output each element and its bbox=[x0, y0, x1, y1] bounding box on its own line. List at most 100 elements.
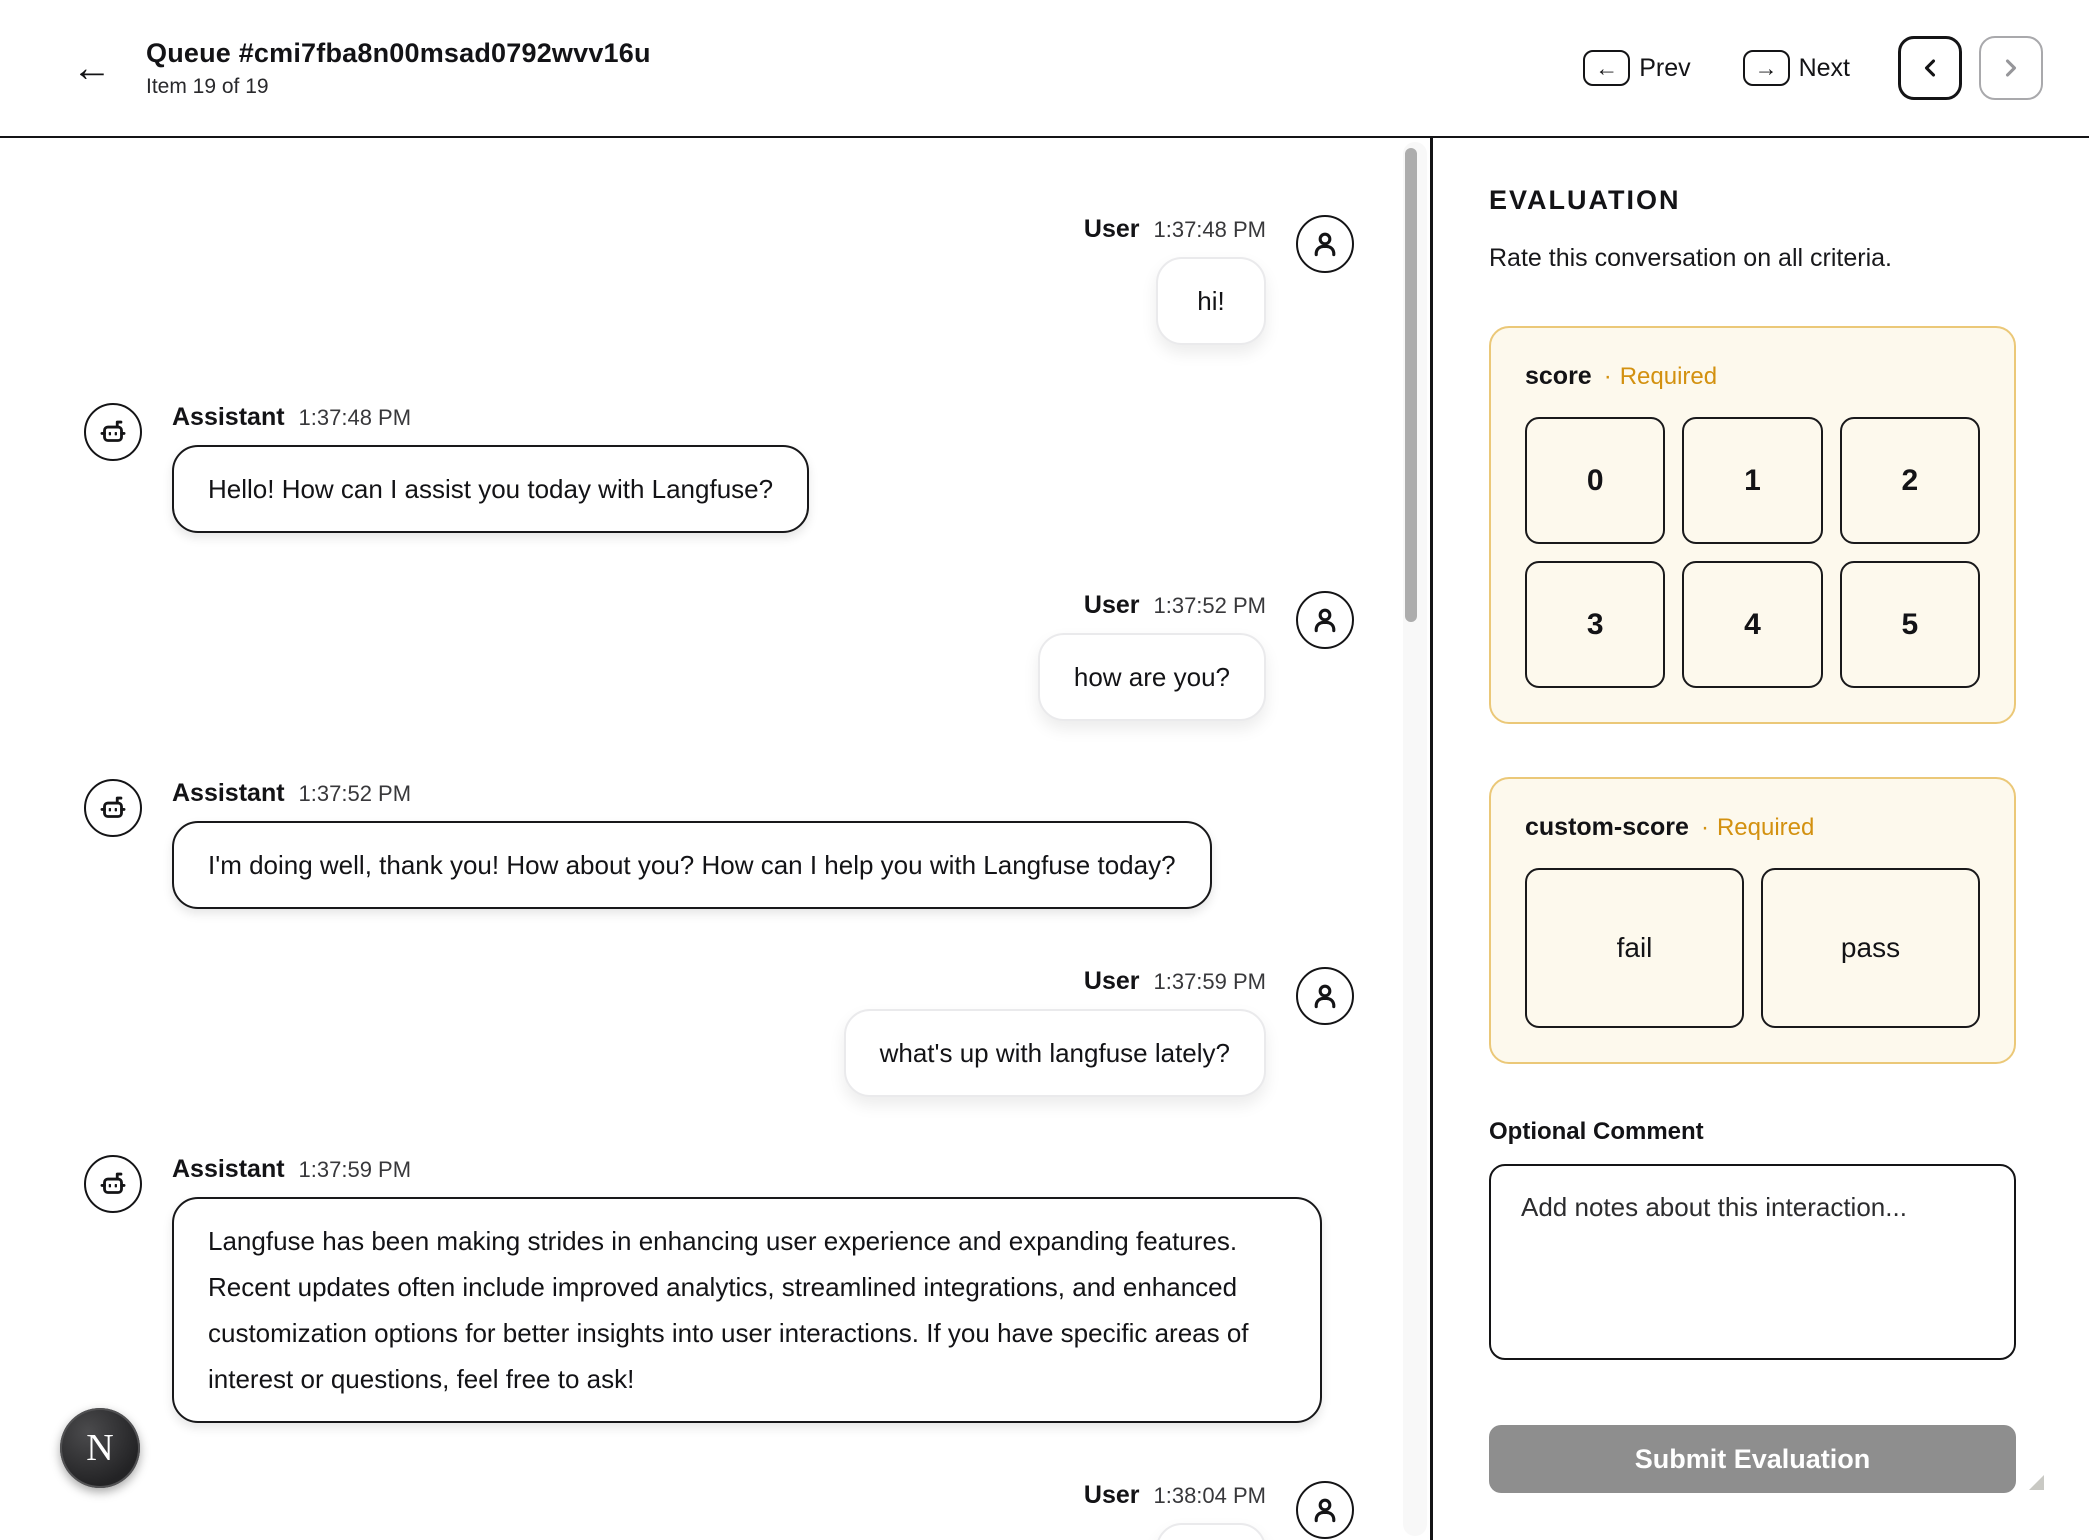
message-role: Assistant bbox=[172, 779, 285, 808]
message-time: 1:37:59 PM bbox=[299, 1157, 412, 1183]
back-button[interactable]: ← bbox=[64, 40, 120, 96]
option-pass[interactable]: pass bbox=[1761, 868, 1980, 1028]
queue-title: Queue #cmi7fba8n00msad0792wvv16u bbox=[146, 38, 651, 69]
message-role: User bbox=[1084, 1481, 1140, 1510]
evaluation-subheading: Rate this conversation on all criteria. bbox=[1489, 244, 2016, 273]
option-5[interactable]: 5 bbox=[1840, 561, 1980, 688]
chevron-right-icon bbox=[1997, 54, 2025, 82]
chat-scrollbar-thumb[interactable] bbox=[1405, 148, 1417, 622]
required-label: Required bbox=[1717, 814, 1814, 842]
comment-input[interactable] bbox=[1489, 1164, 2016, 1360]
criteria-header: score · Required bbox=[1525, 362, 1980, 391]
page-next-button[interactable] bbox=[1979, 36, 2043, 100]
avatar bbox=[84, 779, 142, 837]
option-fail[interactable]: fail bbox=[1525, 868, 1744, 1028]
chat-message-row: User 1:37:48 PM hi! bbox=[84, 215, 1354, 345]
prev-label: Prev bbox=[1639, 54, 1690, 83]
chat-message-row: Assistant 1:37:48 PM Hello! How can I as… bbox=[84, 403, 1354, 533]
message-header: Assistant 1:37:59 PM bbox=[172, 1155, 1322, 1185]
criteria-list: score · Required 012 345 custom-score · R… bbox=[1489, 326, 2016, 1064]
main-content: User 1:37:48 PM hi! Assistant bbox=[0, 138, 2089, 1540]
back-arrow-icon: ← bbox=[72, 46, 112, 90]
message-header: Assistant 1:37:52 PM bbox=[172, 779, 1212, 809]
chat-message-row: User 1:37:59 PM what's up with langfuse … bbox=[84, 967, 1354, 1097]
required-bullet: · bbox=[1701, 814, 1709, 842]
avatar bbox=[1296, 591, 1354, 649]
avatar bbox=[1296, 215, 1354, 273]
user-icon bbox=[1308, 227, 1342, 261]
chevron-left-icon bbox=[1916, 54, 1944, 82]
criteria-options: failpass bbox=[1525, 868, 1980, 1028]
avatar bbox=[1296, 967, 1354, 1025]
avatar bbox=[1296, 1481, 1354, 1539]
criteria-card: score · Required 012 345 bbox=[1489, 326, 2016, 724]
option-3[interactable]: 3 bbox=[1525, 561, 1665, 688]
message-header: Assistant 1:37:48 PM bbox=[172, 403, 809, 433]
message-role: User bbox=[1084, 215, 1140, 244]
chat-message-list: User 1:37:48 PM hi! Assistant bbox=[84, 215, 1354, 1540]
message-bubble: what's up with langfuse lately? bbox=[844, 1009, 1266, 1097]
option-4[interactable]: 4 bbox=[1682, 561, 1822, 688]
option-1[interactable]: 1 bbox=[1682, 417, 1822, 544]
message-header: User 1:38:04 PM bbox=[1084, 1481, 1266, 1511]
submit-evaluation-button[interactable]: Submit Evaluation bbox=[1489, 1425, 2016, 1493]
chat-message-row: Assistant 1:37:59 PM Langfuse has been m… bbox=[84, 1155, 1354, 1423]
message-content: User 1:37:48 PM hi! bbox=[1084, 215, 1266, 345]
next-label: Next bbox=[1799, 54, 1850, 83]
arrow-left-icon: ← bbox=[1583, 50, 1630, 86]
required-badge: · Required bbox=[1701, 814, 1814, 842]
required-badge: · Required bbox=[1604, 363, 1717, 391]
option-2[interactable]: 2 bbox=[1840, 417, 1980, 544]
header: ← Queue #cmi7fba8n00msad0792wvv16u Item … bbox=[0, 0, 2089, 138]
prev-button[interactable]: ← Prev bbox=[1583, 50, 1690, 86]
message-bubble: hi! bbox=[1156, 257, 1266, 345]
page-prev-button[interactable] bbox=[1898, 36, 1962, 100]
criteria-name: score bbox=[1525, 362, 1592, 391]
conversation-panel: User 1:37:48 PM hi! Assistant bbox=[0, 138, 1433, 1540]
next-button[interactable]: → Next bbox=[1743, 50, 1850, 86]
resize-handle[interactable] bbox=[2029, 1475, 2044, 1490]
message-bubble: Hello! How can I assist you today with L… bbox=[172, 445, 809, 533]
message-time: 1:37:52 PM bbox=[1153, 593, 1266, 619]
message-header: User 1:37:59 PM bbox=[1084, 967, 1266, 997]
chat-message-row: Assistant 1:37:52 PM I'm doing well, tha… bbox=[84, 779, 1354, 909]
message-bubble: how are you? bbox=[1038, 633, 1266, 721]
message-bubble bbox=[1156, 1523, 1266, 1540]
message-bubble: Langfuse has been making strides in enha… bbox=[172, 1197, 1322, 1423]
bot-icon bbox=[96, 1167, 130, 1201]
message-time: 1:38:04 PM bbox=[1153, 1483, 1266, 1509]
bot-icon bbox=[96, 791, 130, 825]
chat-message-row: User 1:37:52 PM how are you? bbox=[84, 591, 1354, 721]
message-header: User 1:37:48 PM bbox=[1084, 215, 1266, 245]
message-time: 1:37:48 PM bbox=[299, 405, 412, 431]
evaluation-panel: EVALUATION Rate this conversation on all… bbox=[1433, 138, 2089, 1540]
message-time: 1:37:59 PM bbox=[1153, 969, 1266, 995]
item-counter: Item 19 of 19 bbox=[146, 75, 651, 99]
bot-icon bbox=[96, 415, 130, 449]
message-time: 1:37:52 PM bbox=[299, 781, 412, 807]
comment-label: Optional Comment bbox=[1489, 1118, 2016, 1146]
option-0[interactable]: 0 bbox=[1525, 417, 1665, 544]
user-icon bbox=[1308, 979, 1342, 1013]
arrow-right-icon: → bbox=[1743, 50, 1790, 86]
dev-tools-badge[interactable]: N bbox=[60, 1408, 140, 1488]
avatar bbox=[84, 1155, 142, 1213]
user-icon bbox=[1308, 1493, 1342, 1527]
message-bubble: I'm doing well, thank you! How about you… bbox=[172, 821, 1212, 909]
avatar bbox=[84, 403, 142, 461]
required-label: Required bbox=[1620, 363, 1717, 391]
user-icon bbox=[1308, 603, 1342, 637]
criteria-header: custom-score · Required bbox=[1525, 813, 1980, 842]
message-content: User 1:38:04 PM bbox=[1084, 1481, 1266, 1540]
dev-badge-letter: N bbox=[86, 1426, 113, 1470]
message-content: User 1:37:52 PM how are you? bbox=[1038, 591, 1266, 721]
message-time: 1:37:48 PM bbox=[1153, 217, 1266, 243]
message-content: Assistant 1:37:59 PM Langfuse has been m… bbox=[172, 1155, 1322, 1423]
message-content: User 1:37:59 PM what's up with langfuse … bbox=[844, 967, 1266, 1097]
chat-message-row: User 1:38:04 PM bbox=[84, 1481, 1354, 1540]
criteria-card: custom-score · Required failpass bbox=[1489, 777, 2016, 1064]
message-role: Assistant bbox=[172, 1155, 285, 1184]
message-content: Assistant 1:37:48 PM Hello! How can I as… bbox=[172, 403, 809, 533]
message-role: User bbox=[1084, 967, 1140, 996]
message-content: Assistant 1:37:52 PM I'm doing well, tha… bbox=[172, 779, 1212, 909]
